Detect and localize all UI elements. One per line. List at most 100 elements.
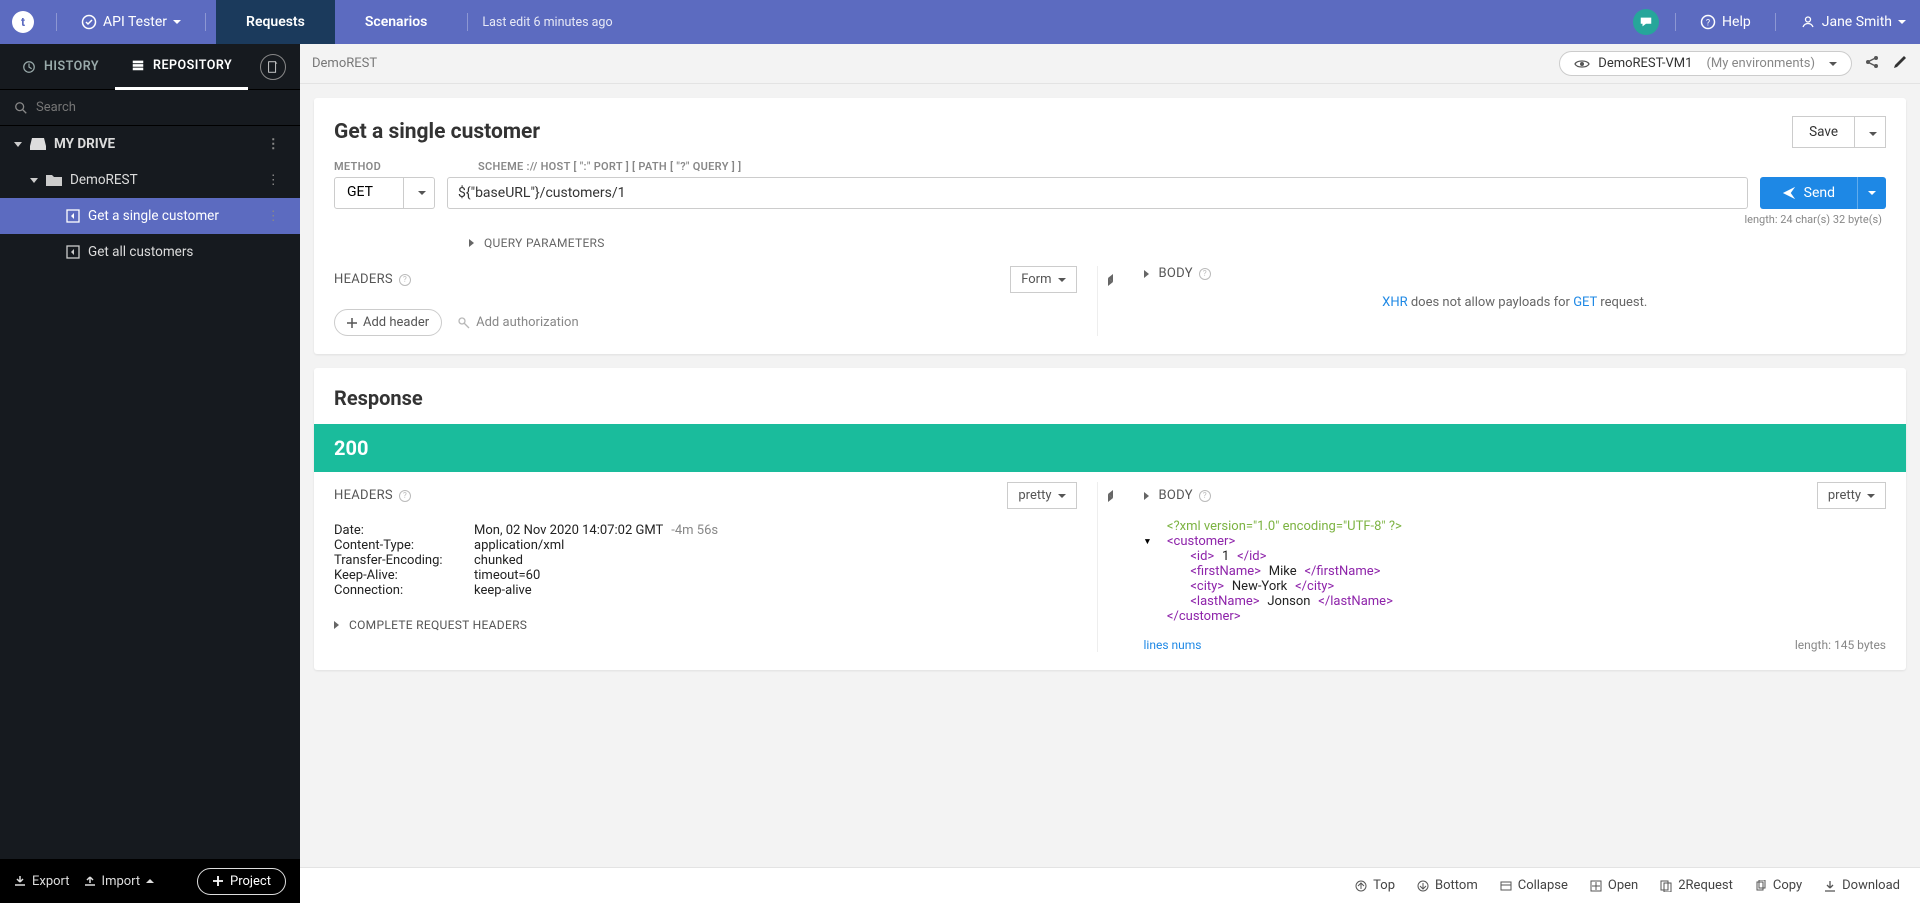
app-logo[interactable]: t — [12, 11, 34, 33]
footer-copy[interactable]: Copy — [1755, 878, 1802, 893]
send-icon — [1782, 186, 1796, 200]
help-link[interactable]: ? Help — [1686, 14, 1765, 30]
search-input[interactable] — [36, 100, 286, 115]
add-header-button[interactable]: Add header — [334, 309, 442, 336]
footer-bar: Top Bottom Collapse Open 2Request Copy D… — [300, 867, 1920, 903]
tree-request-item[interactable]: Get a single customer ⋮ — [0, 198, 300, 234]
tree-project[interactable]: DemoREST ⋮ — [0, 162, 300, 198]
send-dropdown[interactable] — [1857, 177, 1886, 209]
help-icon[interactable]: ? — [1199, 268, 1211, 280]
drive-icon — [30, 137, 46, 151]
collapse-right-icon[interactable] — [1108, 278, 1113, 286]
user-icon — [1800, 14, 1816, 30]
project-btn-label: Project — [230, 874, 271, 889]
sidebar-tab-repository[interactable]: REPOSITORY — [115, 44, 248, 90]
chevron-down-icon — [1867, 494, 1875, 498]
more-icon[interactable]: ⋮ — [261, 136, 287, 152]
import-button[interactable]: Import — [84, 874, 155, 889]
query-params-toggle[interactable]: QUERY PARAMETERS — [314, 226, 1906, 256]
response-body-label: BODY — [1159, 488, 1193, 503]
last-edit-text: Last edit 6 minutes ago — [482, 15, 612, 30]
caret-right-icon[interactable] — [1144, 492, 1149, 500]
help-icon[interactable]: ? — [399, 490, 411, 502]
body-length: length: 145 bytes — [1795, 638, 1886, 652]
save-button-group: Save — [1792, 116, 1886, 148]
response-title: Response — [314, 368, 1906, 424]
footer-top[interactable]: Top — [1355, 878, 1395, 893]
help-label: Help — [1722, 14, 1751, 30]
save-dropdown[interactable] — [1855, 116, 1886, 148]
environment-picker[interactable]: DemoREST-VM1 (My environments) — [1559, 51, 1852, 76]
share-button[interactable] — [1864, 54, 1880, 74]
xhr-link[interactable]: XHR — [1382, 295, 1407, 310]
footer-download[interactable]: Download — [1824, 878, 1900, 893]
project-button[interactable]: Project — [197, 868, 286, 895]
url-label: SCHEME :// HOST [ ":" PORT ] [ PATH [ "?… — [478, 160, 741, 173]
header-row: Content-Type:application/xml — [334, 538, 1077, 553]
footer-bottom[interactable]: Bottom — [1417, 878, 1478, 893]
edit-button[interactable] — [1892, 54, 1908, 74]
copy-icon — [1755, 880, 1767, 892]
collapse-right-icon[interactable] — [1108, 494, 1113, 502]
add-auth-link[interactable]: Add authorization — [458, 315, 579, 330]
product-name: API Tester — [103, 14, 167, 30]
response-headers-table: Date:Mon, 02 Nov 2020 14:07:02 GMT-4m 56… — [334, 523, 1077, 598]
chevron-down-icon — [1892, 14, 1906, 30]
complete-request-headers-toggle[interactable]: COMPLETE REQUEST HEADERS — [334, 618, 1077, 632]
header-row: Connection:keep-alive — [334, 583, 1077, 598]
url-input[interactable] — [447, 177, 1748, 209]
sidebar-tab-label: REPOSITORY — [153, 58, 232, 73]
footer-2request[interactable]: 2Request — [1660, 878, 1733, 893]
tree-drive-root[interactable]: MY DRIVE ⋮ — [0, 126, 300, 162]
chevron-down-icon — [167, 14, 181, 30]
sidebar-tab-history[interactable]: HISTORY — [6, 44, 115, 90]
request-body-col: BODY ? XHR does not allow payloads for G… — [1124, 266, 1887, 336]
divider — [56, 13, 57, 31]
main: DemoREST DemoREST-VM1 (My environments) … — [300, 44, 1920, 903]
method-label: METHOD — [334, 160, 466, 173]
column-collapse-arrows — [1098, 266, 1124, 336]
caret-up-icon — [140, 874, 154, 889]
tab-scenarios[interactable]: Scenarios — [335, 0, 458, 44]
add-new-button[interactable] — [260, 54, 286, 80]
main-scroll[interactable]: Get a single customer Save METHOD SCHEME… — [300, 84, 1920, 867]
send-button[interactable]: Send — [1760, 177, 1857, 209]
headers-view-dropdown[interactable]: pretty — [1007, 482, 1076, 509]
export-button[interactable]: Export — [14, 874, 70, 889]
footer-open[interactable]: Open — [1590, 878, 1638, 893]
main-header: DemoREST DemoREST-VM1 (My environments) — [300, 44, 1920, 84]
request-label: Get all customers — [88, 244, 193, 260]
body-view-value: pretty — [1828, 488, 1861, 503]
sidebar: HISTORY REPOSITORY MY DRIVE ⋮ — [0, 44, 300, 903]
footer-collapse[interactable]: Collapse — [1500, 878, 1568, 893]
chevron-down-icon — [1868, 191, 1876, 195]
sidebar-footer: Export Import Project — [0, 859, 300, 903]
user-name: Jane Smith — [1822, 14, 1892, 30]
headers-view-dropdown[interactable]: Form — [1010, 266, 1076, 293]
env-scope: (My environments) — [1706, 56, 1815, 71]
feedback-button[interactable] — [1633, 9, 1659, 35]
add-header-label: Add header — [363, 315, 429, 330]
save-button[interactable]: Save — [1792, 116, 1855, 148]
more-icon[interactable]: ⋮ — [261, 208, 287, 224]
method-dropdown-toggle[interactable] — [404, 177, 435, 209]
lines-nums-toggle[interactable]: lines nums — [1144, 638, 1202, 652]
help-icon[interactable]: ? — [1199, 490, 1211, 502]
tab-requests[interactable]: Requests — [216, 0, 335, 44]
xhr-method-link[interactable]: GET — [1573, 295, 1597, 310]
chevron-down-icon — [1869, 132, 1877, 136]
method-select[interactable]: GET — [334, 177, 435, 209]
header-row: Transfer-Encoding:chunked — [334, 553, 1077, 568]
header-row: Keep-Alive:timeout=60 — [334, 568, 1077, 583]
body-view-dropdown[interactable]: pretty — [1817, 482, 1886, 509]
drive-label: MY DRIVE — [54, 136, 115, 152]
product-switcher[interactable]: API Tester — [67, 14, 195, 30]
caret-right-icon[interactable] — [1144, 270, 1149, 278]
xhr-message: XHR does not allow payloads for GET requ… — [1144, 295, 1887, 310]
more-icon[interactable]: ⋮ — [261, 172, 287, 188]
request-headers-body: HEADERS ? Form Add header — [314, 256, 1906, 354]
chevron-down-icon — [1829, 62, 1837, 66]
help-icon[interactable]: ? — [399, 274, 411, 286]
tree-request-item[interactable]: Get all customers — [0, 234, 300, 270]
user-menu[interactable]: Jane Smith — [1786, 14, 1920, 30]
